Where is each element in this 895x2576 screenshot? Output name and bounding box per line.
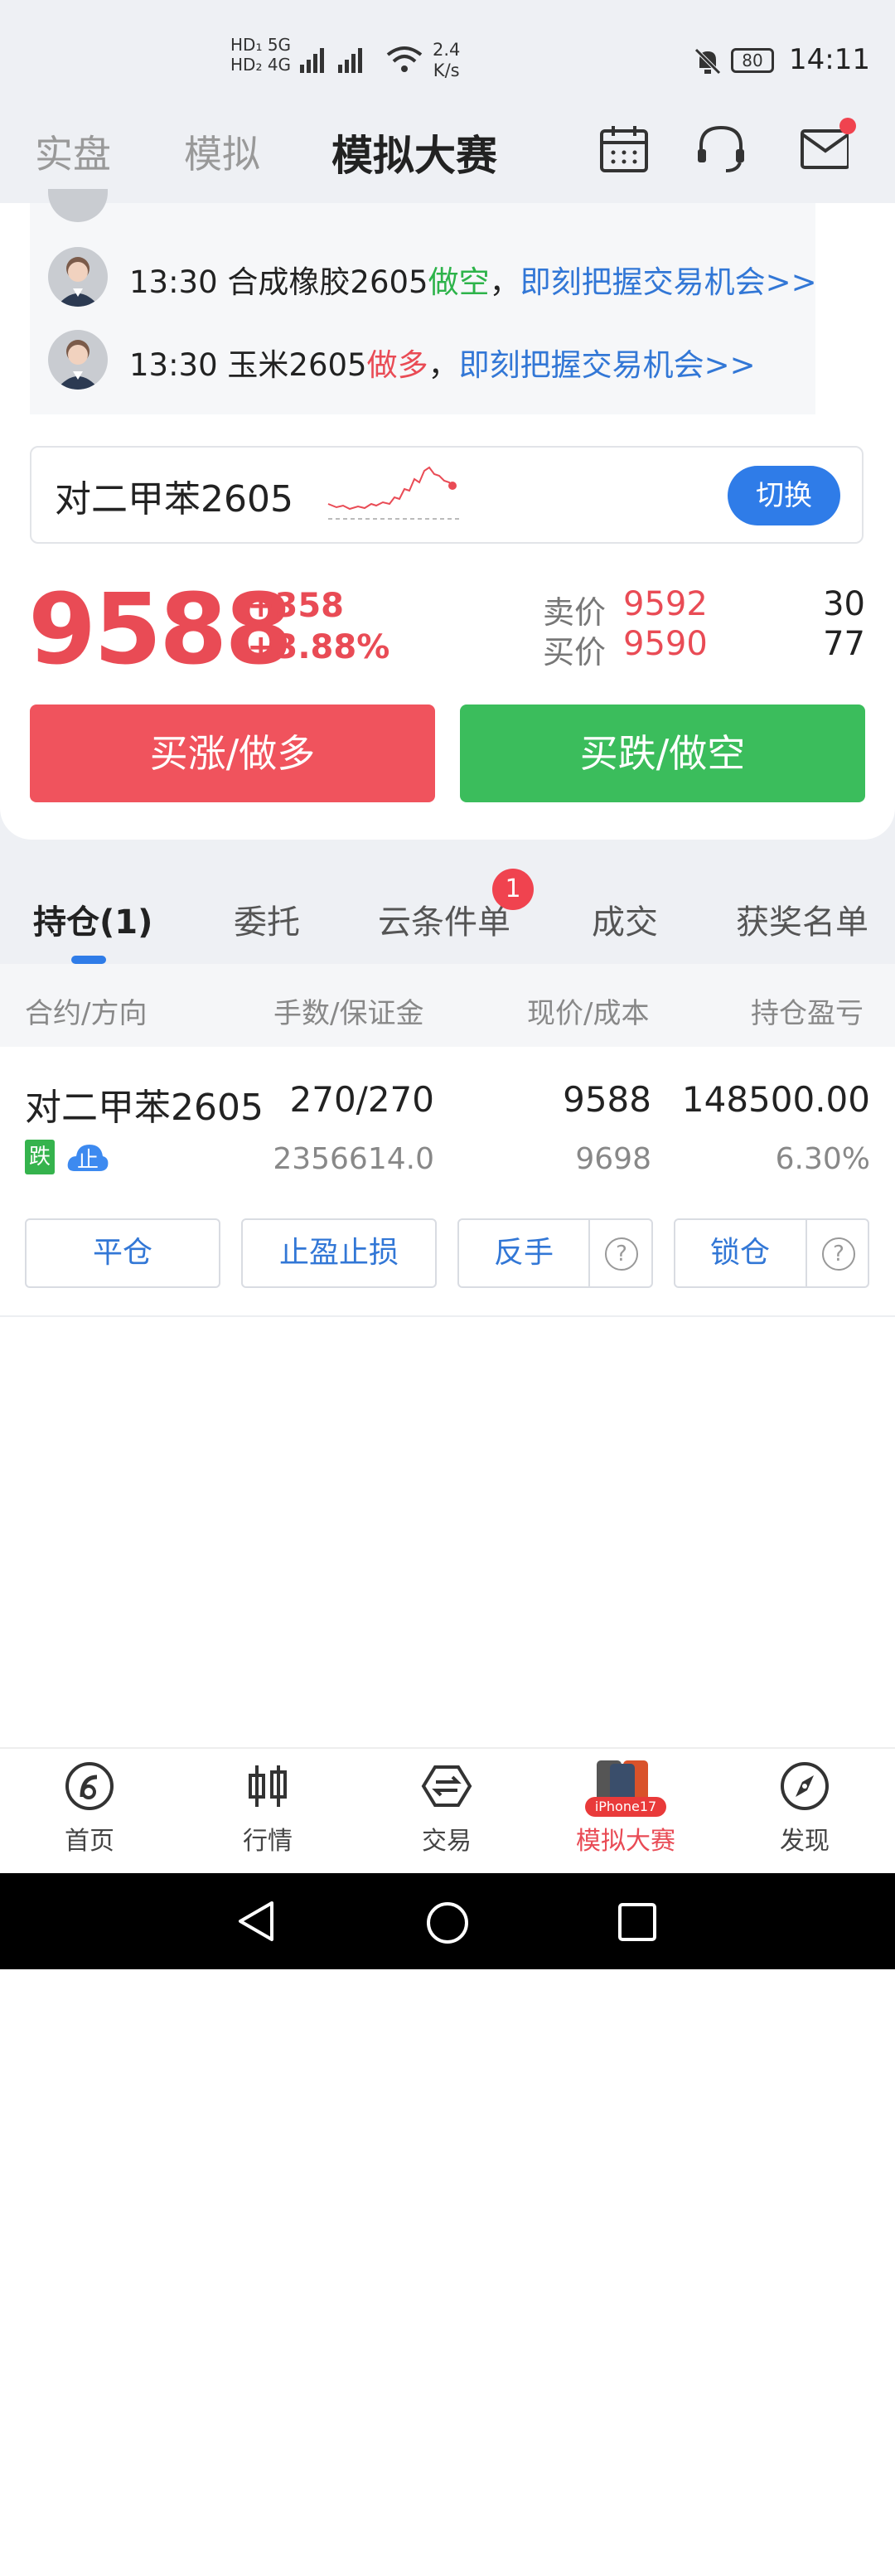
nav-trade[interactable]: 交易 xyxy=(385,1760,509,1857)
price-change: +358 xyxy=(247,587,345,625)
col-contract: 合约/方向 xyxy=(25,997,148,1030)
position-current-price: 9588 xyxy=(563,1079,651,1120)
position-lots: 270/270 xyxy=(289,1079,434,1120)
position-pnl-pct: 6.30% xyxy=(775,1142,870,1176)
mail-unread-dot xyxy=(839,118,856,134)
nav-discover[interactable]: 发现 xyxy=(743,1760,867,1857)
signal-icon xyxy=(300,48,362,73)
wifi-icon xyxy=(386,46,423,72)
nav-market[interactable]: 行情 xyxy=(206,1760,330,1857)
ticker-link: 即刻把握交易机会>> xyxy=(458,347,756,383)
mute-bell-icon xyxy=(694,48,721,75)
tab-indicator xyxy=(71,956,106,964)
reverse-help-icon[interactable]: ? xyxy=(605,1237,638,1271)
close-position-button[interactable]: 平仓 xyxy=(25,1218,220,1288)
tab-simulate[interactable]: 模拟 xyxy=(184,124,260,179)
buy-long-button[interactable]: 买涨/做多 xyxy=(30,705,435,802)
nav-contest[interactable]: iPhone17 模拟大赛 xyxy=(564,1760,688,1857)
position-contract[interactable]: 对二甲苯2605 xyxy=(25,1077,264,1131)
avatar xyxy=(48,330,108,390)
lock-help-icon[interactable]: ? xyxy=(822,1237,855,1271)
trade-icon xyxy=(421,1765,472,1807)
sell-price: 9592 xyxy=(623,585,708,623)
home-icon xyxy=(65,1762,114,1810)
buy-label: 买价 xyxy=(543,634,607,671)
col-price-cost: 现价/成本 xyxy=(527,997,650,1030)
sell-volume: 30 xyxy=(823,585,865,623)
clock: 14:11 xyxy=(789,43,870,76)
notification-badge: 1 xyxy=(492,869,534,910)
position-pnl: 148500.00 xyxy=(681,1079,870,1120)
col-lots-margin: 手数/保证金 xyxy=(273,997,424,1030)
divider xyxy=(806,1218,807,1288)
iphone-promo-icon: iPhone17 xyxy=(580,1760,671,1817)
nav-home[interactable]: 首页 xyxy=(27,1760,152,1857)
tp-sl-button[interactable]: 止盈止损 xyxy=(241,1218,437,1288)
ticker-row[interactable]: 13:30 玉米2605做多，即刻把握交易机会>> xyxy=(129,340,756,385)
price-change-pct: +3.88% xyxy=(247,628,390,666)
sparkline-chart xyxy=(327,466,462,520)
stop-cloud-tag: 止 xyxy=(66,1140,109,1174)
avatar xyxy=(48,247,108,307)
tab-conditional-orders[interactable]: 云条件单 xyxy=(378,895,510,943)
recents-icon[interactable] xyxy=(617,1901,658,1943)
position-cost: 9698 xyxy=(575,1142,651,1176)
tab-positions[interactable]: 持仓(1) xyxy=(33,895,152,943)
switch-button[interactable]: 切换 xyxy=(728,466,840,525)
buy-short-button[interactable]: 买跌/做空 xyxy=(460,705,865,802)
tab-winners[interactable]: 获奖名单 xyxy=(736,895,868,943)
headset-icon[interactable] xyxy=(694,123,744,172)
net-speed: 2.4 K/s xyxy=(433,40,461,80)
position-margin: 2356614.0 xyxy=(273,1142,434,1176)
buy-price: 9590 xyxy=(623,625,708,663)
candlestick-icon xyxy=(249,1765,287,1807)
tab-real[interactable]: 实盘 xyxy=(35,124,111,179)
back-icon[interactable] xyxy=(235,1898,277,1944)
battery-icon: 80 xyxy=(731,48,774,73)
tab-orders[interactable]: 委托 xyxy=(234,895,300,943)
tab-contest[interactable]: 模拟大赛 xyxy=(331,123,497,182)
divider xyxy=(588,1218,590,1288)
network-indicator: HD₁ 5G HD₂ 4G xyxy=(230,35,292,75)
divider xyxy=(0,1315,895,1317)
direction-tag: 跌 xyxy=(25,1140,55,1174)
tab-trades[interactable]: 成交 xyxy=(592,895,658,943)
ticker-link: 即刻把握交易机会>> xyxy=(520,264,817,300)
compass-icon xyxy=(781,1762,829,1810)
buy-volume: 77 xyxy=(823,625,865,663)
contract-name: 对二甲苯2605 xyxy=(55,478,293,521)
home-button-icon[interactable] xyxy=(424,1900,471,1946)
ticker-row[interactable]: 13:30 合成橡胶2605做空，即刻把握交易机会>> xyxy=(129,257,817,302)
sell-label: 卖价 xyxy=(543,594,607,631)
col-pnl: 持仓盈亏 xyxy=(751,997,864,1030)
calendar-icon[interactable] xyxy=(598,123,648,172)
